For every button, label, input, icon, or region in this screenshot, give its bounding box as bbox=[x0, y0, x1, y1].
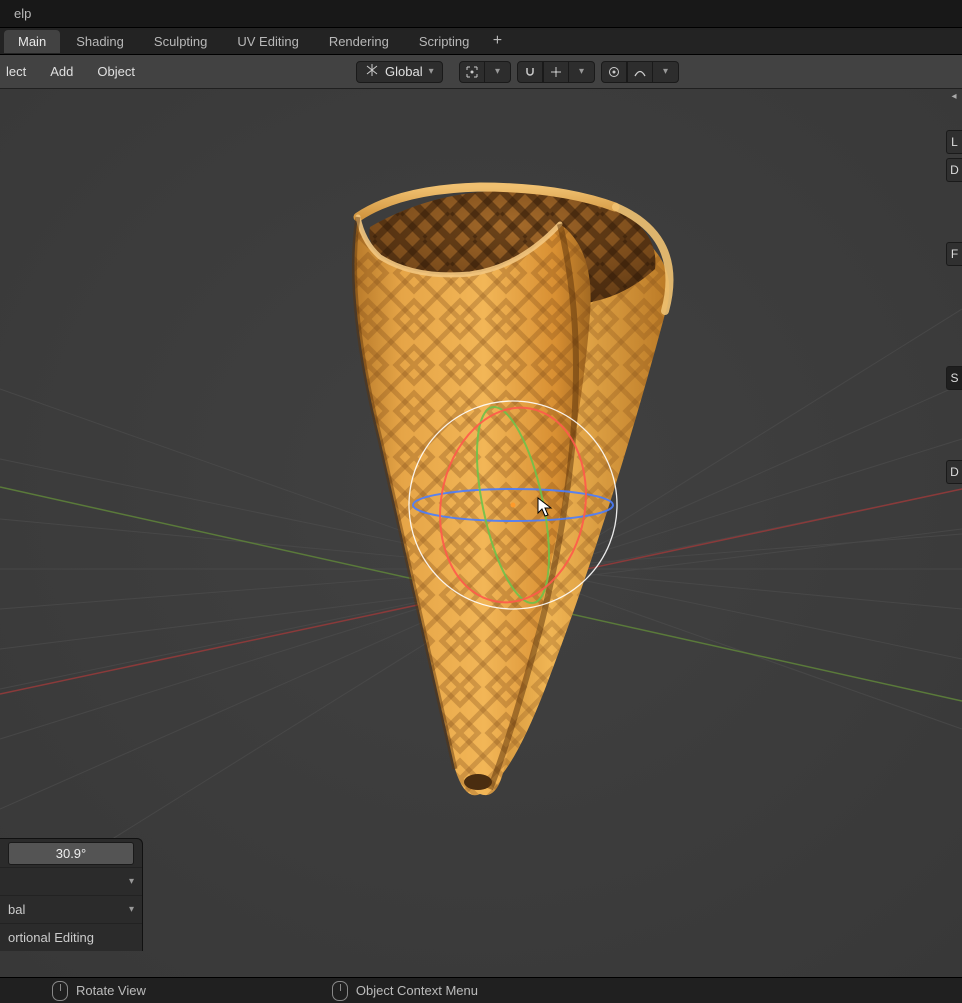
workspace-tab-rendering[interactable]: Rendering bbox=[315, 30, 403, 53]
snap-mode-button[interactable] bbox=[543, 61, 569, 83]
n-panel-tab-4[interactable]: S bbox=[946, 366, 962, 390]
menu-help[interactable]: elp bbox=[6, 3, 39, 24]
operator-dropdown-1[interactable]: ▾ bbox=[8, 876, 134, 887]
workspace-tabbar: Main Shading Sculpting UV Editing Render… bbox=[0, 28, 962, 55]
operator-angle-value[interactable]: 30.9° bbox=[8, 842, 134, 865]
menu-object[interactable]: Object bbox=[87, 60, 145, 83]
status-rotate-view-hint: Rotate View bbox=[52, 981, 146, 1001]
mouse-icon bbox=[52, 981, 68, 1001]
pivot-chevron[interactable]: ▾ bbox=[485, 61, 511, 83]
workspace-tab-shading[interactable]: Shading bbox=[62, 30, 138, 53]
operator-panel: 30.9° ▾ bal▾ ortional Editing bbox=[0, 838, 143, 951]
top-menu-bar: elp bbox=[0, 0, 962, 28]
orientation-value: Global bbox=[385, 64, 423, 79]
n-panel-tab-1[interactable]: L bbox=[946, 130, 962, 154]
status-bar: Rotate View Object Context Menu bbox=[0, 977, 962, 1003]
transform-orientation-dropdown[interactable]: Global ▾ bbox=[356, 61, 443, 83]
operator-proportional-label: ortional Editing bbox=[8, 930, 94, 945]
proportional-falloff-button[interactable] bbox=[627, 61, 653, 83]
n-panel-tab-3[interactable]: F bbox=[946, 242, 962, 266]
snap-toggle[interactable] bbox=[517, 61, 543, 83]
proportional-group: ▾ bbox=[601, 61, 679, 83]
menu-select[interactable]: lect bbox=[6, 60, 36, 83]
n-panel-toggle[interactable]: ◂ bbox=[946, 91, 962, 102]
operator-orientation-dropdown[interactable]: bal▾ bbox=[8, 902, 134, 917]
viewport-scene bbox=[0, 89, 962, 977]
proportional-chevron[interactable]: ▾ bbox=[653, 61, 679, 83]
n-panel-tab-5[interactable]: D bbox=[946, 460, 962, 484]
n-panel-tab-2[interactable]: D bbox=[946, 158, 962, 182]
snap-group: ▾ bbox=[517, 61, 595, 83]
pivot-point-button[interactable] bbox=[459, 61, 485, 83]
workspace-tab-uvediting[interactable]: UV Editing bbox=[223, 30, 312, 53]
3d-viewport[interactable]: ◂ L D F S D 30.9° ▾ bal▾ ortional Editin… bbox=[0, 89, 962, 977]
menu-add[interactable]: Add bbox=[40, 60, 83, 83]
workspace-tab-scripting[interactable]: Scripting bbox=[405, 30, 484, 53]
viewport-header: lect Add Object Global ▾ ▾ ▾ bbox=[0, 55, 962, 89]
mouse-icon bbox=[332, 981, 348, 1001]
workspace-tab-sculpting[interactable]: Sculpting bbox=[140, 30, 221, 53]
chevron-down-icon: ▾ bbox=[429, 66, 434, 77]
workspace-tab-main[interactable]: Main bbox=[4, 30, 60, 53]
workspace-add-button[interactable]: + bbox=[485, 32, 509, 50]
status-context-menu-hint: Object Context Menu bbox=[332, 981, 478, 1001]
axes-icon bbox=[365, 63, 379, 80]
proportional-toggle[interactable] bbox=[601, 61, 627, 83]
pivot-group: ▾ bbox=[459, 61, 511, 83]
snap-chevron[interactable]: ▾ bbox=[569, 61, 595, 83]
n-panel-tabs: ◂ L D F S D bbox=[946, 89, 962, 484]
